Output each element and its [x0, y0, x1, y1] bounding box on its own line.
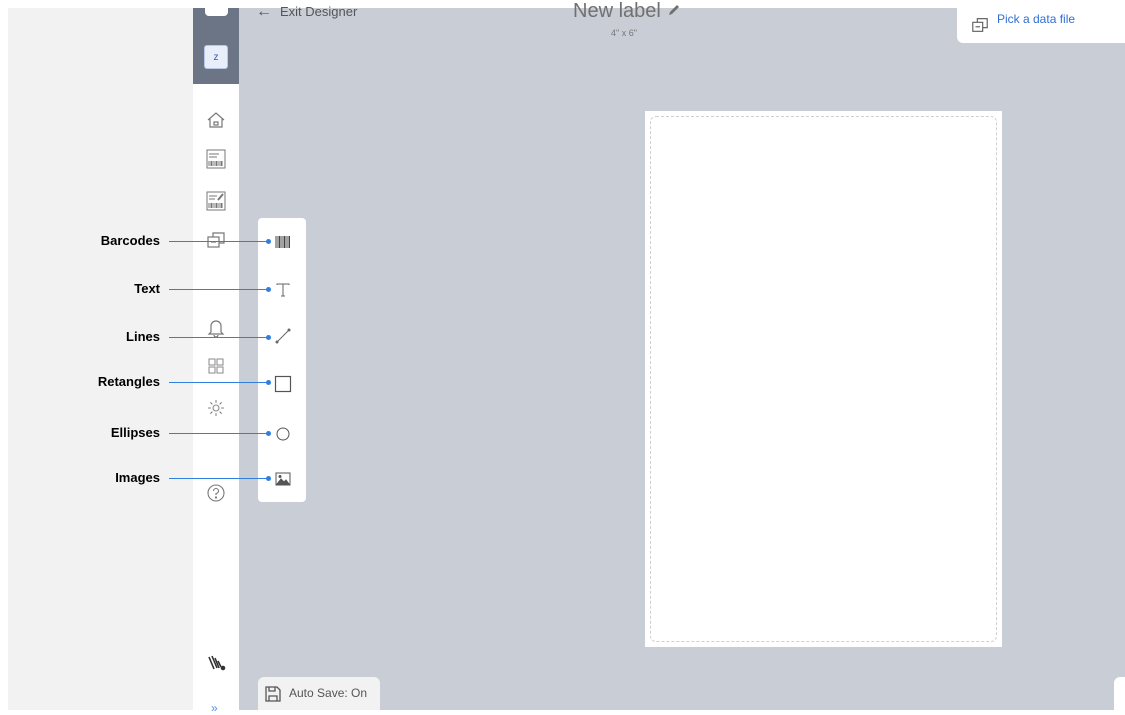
callout-dot-rectangles	[266, 380, 271, 385]
line-tool[interactable]	[273, 326, 293, 346]
text-tool[interactable]	[273, 280, 293, 300]
callout-barcodes: Barcodes	[100, 233, 160, 248]
exit-designer-link[interactable]: ← Exit Designer	[256, 3, 358, 20]
label-edit-icon[interactable]	[206, 191, 226, 211]
label-print-area	[650, 116, 997, 642]
callout-dot-lines	[266, 335, 271, 340]
image-tool[interactable]	[273, 469, 293, 489]
arrow-left-icon: ←	[256, 3, 272, 20]
callout-lines: Lines	[126, 329, 160, 344]
callout-text: Text	[134, 281, 160, 296]
label-size: 4" x 6"	[611, 28, 637, 38]
exit-designer-label: Exit Designer	[280, 4, 358, 19]
callout-dot-images	[266, 476, 271, 481]
bell-icon[interactable]	[206, 317, 226, 337]
callout-ellipses: Ellipses	[110, 425, 160, 440]
expand-sidebar-icon[interactable]: »	[211, 701, 218, 715]
data-file-icon	[972, 18, 988, 32]
callout-dot-barcodes	[266, 239, 271, 244]
data-link-icon[interactable]	[206, 230, 226, 250]
callout-line-lines	[169, 337, 268, 338]
callout-dot-text	[266, 287, 271, 292]
home-icon[interactable]	[206, 110, 226, 130]
callout-rectangles: Retangles	[97, 374, 160, 389]
label-title[interactable]: New label	[573, 0, 681, 23]
help-icon[interactable]	[206, 483, 226, 503]
auto-save-toggle[interactable]: Auto Save: On	[258, 677, 380, 710]
sidebar-menu-button[interactable]	[205, 8, 228, 16]
label-title-text: New label	[573, 0, 661, 22]
barcode-tool[interactable]	[273, 232, 293, 252]
sidebar: z »	[193, 8, 239, 715]
callout-line-text	[169, 289, 268, 290]
callout-line-rectangles	[169, 382, 268, 383]
sidebar-header: z	[193, 8, 239, 84]
zebra-logo-icon[interactable]	[206, 653, 226, 673]
ellipse-tool[interactable]	[273, 424, 293, 444]
callout-line-barcodes	[169, 241, 268, 242]
grid-icon[interactable]	[206, 356, 226, 376]
avatar[interactable]: z	[204, 45, 228, 69]
toolbox	[258, 218, 306, 502]
callout-images: Images	[115, 470, 160, 485]
pick-data-file-button[interactable]: Pick a data file	[957, 8, 1125, 43]
callout-line-images	[169, 478, 268, 479]
callout-line-ellipses	[169, 433, 268, 434]
rectangle-tool[interactable]	[273, 374, 293, 394]
pick-data-file-label: Pick a data file	[997, 12, 1076, 26]
label-canvas[interactable]	[645, 111, 1002, 647]
callout-dot-ellipses	[266, 431, 271, 436]
label-icon[interactable]	[206, 149, 226, 169]
auto-save-label: Auto Save: On	[289, 686, 368, 700]
properties-panel-tab[interactable]	[1114, 677, 1125, 710]
save-icon	[265, 686, 281, 702]
pencil-icon[interactable]	[667, 0, 681, 23]
gear-icon[interactable]	[206, 398, 226, 418]
